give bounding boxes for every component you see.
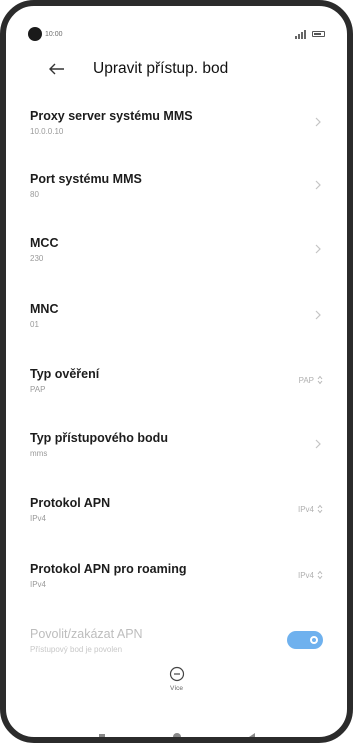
select-value-text: IPv4 (297, 570, 314, 580)
toggle-knob (310, 636, 318, 644)
apn-enable-toggle[interactable] (287, 631, 323, 649)
row-value: Přístupový bod je povolen (30, 644, 123, 654)
status-bar: 10:00 (28, 24, 325, 44)
row-text: Port systému MMS 80 (30, 172, 142, 199)
row-title: Typ přístupového bodu (30, 430, 168, 445)
row-value: mms (30, 448, 48, 458)
apn-protocol-select[interactable]: IPv4 (298, 504, 323, 514)
header: Upravit přístup. bod (46, 56, 327, 82)
row-text: Proxy server systému MMS 10.0.0.10 (30, 109, 193, 136)
chevron-right-icon (315, 439, 321, 449)
row-text: Typ přístupového bodu mms (30, 431, 168, 458)
row-title: Povolit/zakázat APN (30, 626, 143, 641)
nav-bar (6, 731, 347, 737)
home-circle-icon[interactable] (172, 733, 181, 737)
auth-type-select[interactable]: PAP (299, 375, 323, 385)
select-value-text: PAP (298, 375, 314, 385)
row-value: PAP (30, 384, 46, 394)
more-circle-icon (169, 666, 184, 682)
up-down-icon (317, 375, 323, 385)
row-value: IPv4 (30, 513, 47, 523)
chevron-right-icon (315, 244, 321, 254)
apn-roaming-protocol-select[interactable]: IPv4 (298, 570, 323, 580)
battery-icon (312, 31, 325, 37)
more-action[interactable]: Více (6, 666, 347, 692)
setting-mms-port[interactable]: Port systému MMS 80 (30, 165, 323, 205)
row-title: Protokol APN pro roaming (30, 561, 187, 576)
back-arrow-icon[interactable] (46, 58, 68, 80)
page-title: Upravit přístup. bod (93, 60, 229, 77)
row-text: Protokol APN IPv4 (30, 496, 110, 523)
setting-apn-roaming-protocol[interactable]: Protokol APN pro roaming IPv4 IPv4 (30, 555, 323, 595)
row-text: Typ ověření PAP (30, 367, 99, 394)
setting-auth-type[interactable]: Typ ověření PAP PAP (30, 360, 323, 400)
row-value: 10.0.0.10 (30, 126, 64, 136)
row-value: IPv4 (30, 579, 47, 589)
up-down-icon (317, 504, 323, 514)
row-value: 230 (30, 253, 44, 263)
row-text: Protokol APN pro roaming IPv4 (30, 562, 187, 589)
chevron-right-icon (315, 117, 321, 127)
row-title: MCC (30, 235, 59, 250)
more-label: Více (169, 685, 183, 692)
row-text: Povolit/zakázat APN Přístupový bod je po… (30, 627, 143, 654)
setting-mnc[interactable]: MNC 01 (30, 295, 323, 335)
up-down-icon (317, 570, 323, 580)
row-value: 01 (30, 319, 39, 329)
setting-mcc[interactable]: MCC 230 (30, 229, 323, 269)
setting-apn-enable[interactable]: Povolit/zakázat APN Přístupový bod je po… (30, 620, 323, 660)
row-text: MNC 01 (30, 302, 58, 329)
back-triangle-icon[interactable] (248, 733, 255, 737)
setting-apn-protocol[interactable]: Protokol APN IPv4 IPv4 (30, 489, 323, 529)
row-title: Port systému MMS (30, 171, 142, 186)
row-title: Typ ověření (30, 366, 100, 381)
setting-apn-type[interactable]: Typ přístupového bodu mms (30, 424, 323, 464)
setting-mms-proxy[interactable]: Proxy server systému MMS 10.0.0.10 (30, 102, 323, 142)
phone-frame: 10:00 Upravit přístup. bod Proxy server … (0, 0, 353, 743)
select-value-text: IPv4 (297, 504, 314, 514)
row-title: Protokol APN (30, 495, 111, 510)
recent-apps-square-icon[interactable] (98, 734, 105, 737)
signal-icon (295, 29, 306, 39)
chevron-right-icon (315, 310, 321, 320)
status-time: 10:00 (45, 30, 63, 38)
status-right (295, 29, 325, 39)
row-text: MCC 230 (30, 236, 58, 263)
row-title: Proxy server systému MMS (30, 108, 193, 123)
chevron-right-icon (315, 180, 321, 190)
status-left: 10:00 (28, 27, 63, 41)
row-value: 80 (30, 189, 39, 199)
camera-cutout (28, 27, 42, 41)
row-title: MNC (30, 301, 59, 316)
